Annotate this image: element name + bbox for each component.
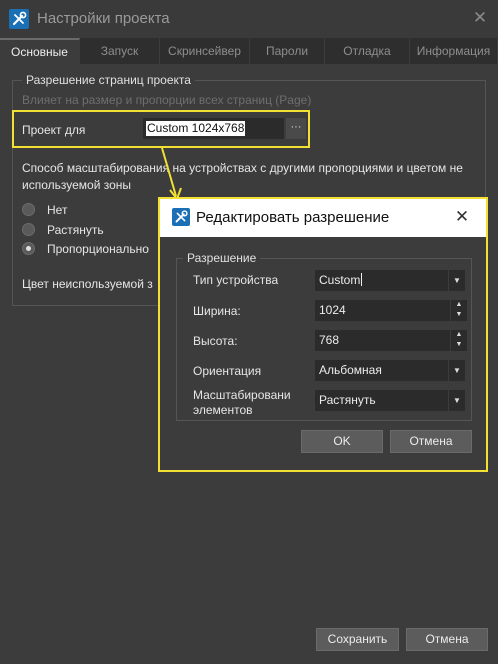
project-resolution-field[interactable]: Custom 1024x768 — [143, 118, 284, 139]
chevron-down-icon[interactable]: ▼ — [448, 390, 465, 411]
tab-passwords[interactable]: Пароли — [250, 38, 325, 64]
height-label: Высота: — [193, 334, 238, 348]
height-input[interactable]: 768 — [315, 330, 450, 351]
element-scaling-label: Масштабировани элементов — [193, 388, 291, 416]
dialog-cancel-button[interactable]: Отмена — [390, 430, 472, 453]
dialog-group-legend: Разрешение — [183, 251, 261, 265]
orientation-label: Ориентация — [193, 364, 262, 378]
tools-icon — [9, 9, 29, 29]
width-input[interactable]: 1024 — [315, 300, 450, 321]
project-resolution-value: Custom 1024x768 — [146, 121, 246, 136]
element-scaling-select[interactable]: Растянуть — [315, 390, 465, 411]
radio-stretch[interactable] — [22, 223, 35, 236]
cancel-button[interactable]: Отмена — [406, 628, 488, 651]
chevron-up-icon[interactable]: ▲ — [451, 330, 467, 340]
save-button[interactable]: Сохранить — [316, 628, 399, 651]
close-icon[interactable]: ✕ — [471, 9, 489, 27]
chevron-down-icon[interactable]: ▼ — [451, 310, 467, 320]
unused-zone-color-label: Цвет неиспользуемой з — [22, 277, 153, 291]
scaling-description: Способ масштабирования на устройствах с … — [22, 161, 463, 192]
device-type-select[interactable]: Custom — [315, 270, 465, 291]
chevron-down-icon[interactable]: ▼ — [451, 340, 467, 350]
radio-stretch-label: Растянуть — [47, 223, 104, 237]
resolution-hint: Влияет на размер и пропорции всех страни… — [22, 93, 312, 107]
chevron-up-icon[interactable]: ▲ — [451, 300, 467, 310]
browse-button[interactable]: ··· — [286, 118, 306, 139]
radio-proportional[interactable] — [22, 242, 35, 255]
project-for-label: Проект для — [22, 123, 86, 137]
resolution-group-legend: Разрешение страниц проекта — [22, 73, 195, 87]
tab-bar: Основные Запуск Скринсейвер Пароли Отлад… — [0, 38, 498, 64]
orientation-select[interactable]: Альбомная — [315, 360, 465, 381]
ok-button[interactable]: OK — [301, 430, 383, 453]
tab-debug[interactable]: Отладка — [325, 38, 410, 64]
tab-general[interactable]: Основные — [0, 38, 80, 64]
radio-proportional-label: Пропорционально — [47, 242, 149, 256]
window-title: Настройки проекта — [37, 10, 170, 27]
device-type-label: Тип устройства — [193, 273, 279, 287]
chevron-down-icon[interactable]: ▼ — [448, 360, 465, 381]
window-titlebar: Настройки проекта ✕ — [0, 0, 498, 38]
tab-info[interactable]: Информация — [410, 38, 498, 64]
tab-screensaver[interactable]: Скринсейвер — [160, 38, 250, 64]
tab-launch[interactable]: Запуск — [80, 38, 160, 64]
radio-none-label: Нет — [47, 203, 68, 217]
text-caret — [361, 273, 363, 286]
device-type-value: Custom — [319, 273, 361, 287]
width-label: Ширина: — [193, 304, 241, 318]
chevron-down-icon[interactable]: ▼ — [448, 270, 465, 291]
radio-none[interactable] — [22, 203, 35, 216]
width-stepper[interactable]: ▲ ▼ — [450, 300, 467, 321]
height-stepper[interactable]: ▲ ▼ — [450, 330, 467, 351]
